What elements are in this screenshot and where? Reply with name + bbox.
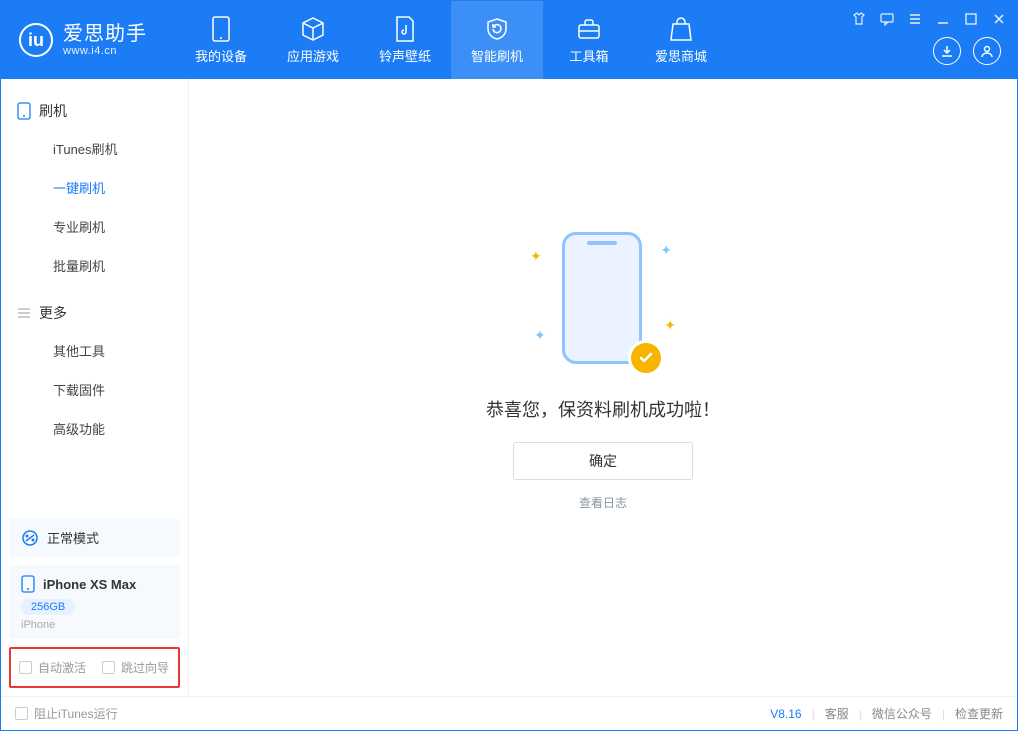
maximize-button[interactable] — [963, 11, 979, 27]
group-title: 更多 — [39, 303, 67, 323]
header-right-actions — [933, 37, 1001, 65]
app-window: iu 爱思助手 www.i4.cn 我的设备 应用游戏 铃声壁纸 智能刷机 — [0, 0, 1018, 731]
menu-icon[interactable] — [907, 11, 923, 27]
close-button[interactable] — [991, 11, 1007, 27]
body: 刷机 iTunes刷机 一键刷机 专业刷机 批量刷机 更多 其他工具 下载固件 … — [1, 79, 1017, 696]
top-nav: 我的设备 应用游戏 铃声壁纸 智能刷机 工具箱 爱思商城 — [175, 1, 727, 79]
check-badge-icon — [628, 340, 664, 376]
device-name: iPhone XS Max — [43, 577, 136, 592]
mode-panel[interactable]: 正常模式 — [9, 518, 180, 557]
phone-icon — [208, 16, 234, 42]
nav-store[interactable]: 爱思商城 — [635, 1, 727, 79]
phone-illustration-icon — [562, 232, 642, 364]
spark-icon: ✦ — [530, 248, 542, 265]
checkbox-icon[interactable] — [19, 661, 32, 674]
version-label: V8.16 — [770, 707, 801, 721]
cube-icon — [300, 16, 326, 42]
options-highlighted-row: 自动激活 跳过向导 — [9, 647, 180, 688]
nav-smart-flash[interactable]: 智能刷机 — [451, 1, 543, 79]
list-icon — [17, 306, 31, 320]
status-bar: 阻止iTunes运行 V8.16 | 客服 | 微信公众号 | 检查更新 — [1, 696, 1017, 730]
checkbox-icon[interactable] — [102, 661, 115, 674]
brand: iu 爱思助手 www.i4.cn — [1, 23, 165, 57]
block-itunes-option[interactable]: 阻止iTunes运行 — [15, 705, 118, 722]
view-log-link[interactable]: 查看日志 — [579, 494, 627, 511]
skip-guide-option[interactable]: 跳过向导 — [102, 659, 169, 676]
wechat-link[interactable]: 微信公众号 — [872, 705, 932, 722]
mode-icon — [21, 529, 39, 547]
brand-url: www.i4.cn — [63, 45, 147, 57]
sidebar-item-itunes-flash[interactable]: iTunes刷机 — [1, 129, 188, 168]
success-illustration: ✦ ✦ ✦ ✦ — [548, 224, 658, 374]
device-panel[interactable]: iPhone XS Max 256GB iPhone — [9, 565, 180, 639]
checkbox-icon[interactable] — [15, 707, 28, 720]
device-type: iPhone — [21, 619, 168, 631]
nav-toolbox[interactable]: 工具箱 — [543, 1, 635, 79]
sidebar-item-other-tools[interactable]: 其他工具 — [1, 331, 188, 370]
sidebar-item-pro-flash[interactable]: 专业刷机 — [1, 207, 188, 246]
support-link[interactable]: 客服 — [825, 705, 849, 722]
spark-icon: ✦ — [664, 317, 676, 334]
nav-label: 爱思商城 — [655, 46, 707, 65]
music-file-icon — [392, 16, 418, 42]
window-controls — [851, 11, 1007, 27]
toolbox-icon — [576, 16, 602, 42]
ok-button[interactable]: 确定 — [513, 442, 693, 480]
nav-ringtone-wallpaper[interactable]: 铃声壁纸 — [359, 1, 451, 79]
spark-icon: ✦ — [534, 327, 546, 344]
sidebar-item-onekey-flash[interactable]: 一键刷机 — [1, 168, 188, 207]
sidebar-group-more: 更多 — [1, 295, 188, 331]
sidebar-item-advanced[interactable]: 高级功能 — [1, 409, 188, 448]
nav-label: 应用游戏 — [287, 46, 339, 65]
device-icon — [21, 575, 35, 593]
brand-name: 爱思助手 — [63, 23, 147, 45]
user-button[interactable] — [973, 37, 1001, 65]
sidebar-item-batch-flash[interactable]: 批量刷机 — [1, 246, 188, 285]
download-button[interactable] — [933, 37, 961, 65]
sidebar: 刷机 iTunes刷机 一键刷机 专业刷机 批量刷机 更多 其他工具 下载固件 … — [1, 79, 189, 696]
group-title: 刷机 — [39, 101, 67, 121]
sidebar-item-download-firmware[interactable]: 下载固件 — [1, 370, 188, 409]
auto-activate-option[interactable]: 自动激活 — [19, 659, 86, 676]
bag-icon — [668, 16, 694, 42]
minimize-button[interactable] — [935, 11, 951, 27]
device-icon — [17, 102, 31, 120]
refresh-shield-icon — [484, 16, 510, 42]
nav-label: 智能刷机 — [471, 46, 523, 65]
nav-label: 铃声壁纸 — [379, 46, 431, 65]
mode-label: 正常模式 — [47, 528, 99, 547]
success-message: 恭喜您，保资料刷机成功啦！ — [486, 396, 720, 422]
shirt-icon[interactable] — [851, 11, 867, 27]
spark-icon: ✦ — [660, 242, 672, 259]
header: iu 爱思助手 www.i4.cn 我的设备 应用游戏 铃声壁纸 智能刷机 — [1, 1, 1017, 79]
sidebar-group-flash: 刷机 — [1, 93, 188, 129]
nav-label: 我的设备 — [195, 46, 247, 65]
nav-label: 工具箱 — [569, 46, 608, 65]
main-content: ✦ ✦ ✦ ✦ 恭喜您，保资料刷机成功啦！ 确定 查看日志 — [189, 79, 1017, 696]
nav-my-device[interactable]: 我的设备 — [175, 1, 267, 79]
feedback-icon[interactable] — [879, 11, 895, 27]
brand-logo-icon: iu — [19, 23, 53, 57]
device-storage: 256GB — [21, 599, 75, 615]
check-update-link[interactable]: 检查更新 — [955, 705, 1003, 722]
nav-apps-games[interactable]: 应用游戏 — [267, 1, 359, 79]
